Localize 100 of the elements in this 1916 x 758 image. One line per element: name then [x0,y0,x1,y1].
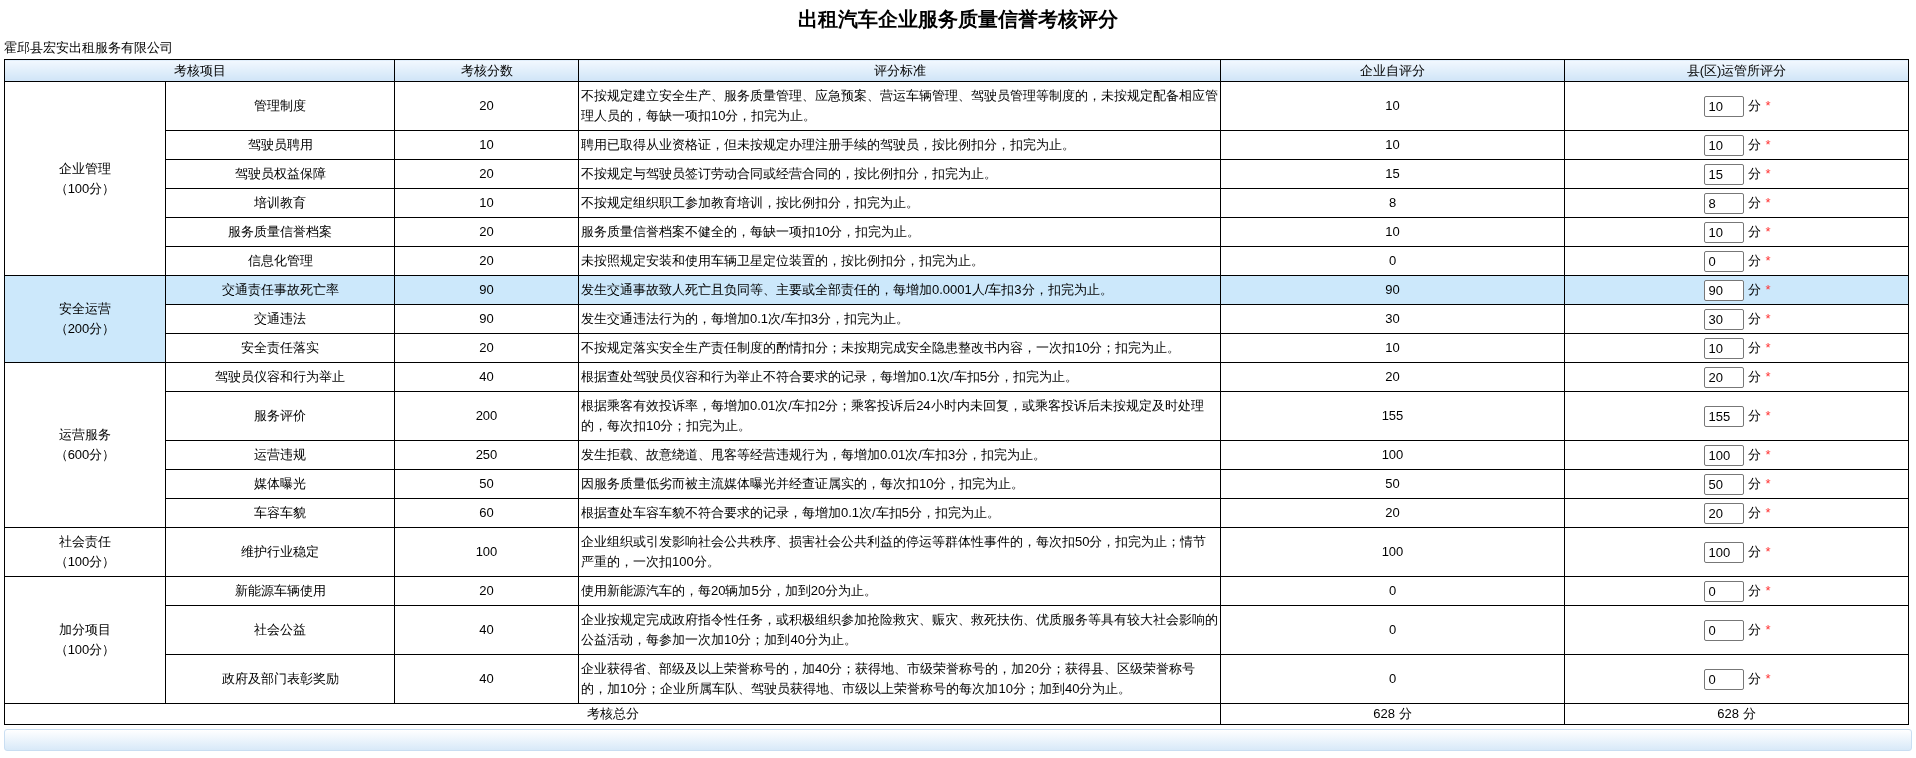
category-cell: 安全运营 （200分） [4,275,166,363]
unit-label: 分 [1748,446,1762,465]
table-cell: 15 [1220,159,1565,189]
column-header: 评分标准 [578,59,1221,82]
table-cell: 10 [1220,333,1565,363]
required-mark: * [1765,339,1771,358]
required-mark: * [1765,475,1771,494]
unit-label: 分 [1748,165,1762,184]
score-input[interactable]: 90 [1704,279,1745,301]
table-cell: 10 [1220,217,1565,247]
column-header: 企业自评分 [1220,59,1565,82]
unit-label: 分 [1748,194,1762,213]
table-cell: 50 [1220,469,1565,499]
score-input[interactable]: 50 [1704,473,1745,495]
table-cell: 60 [394,498,579,528]
table-cell: 驾驶员权益保障 [165,159,395,189]
table-cell: 0 [1220,654,1565,704]
table-cell: 100 [1220,440,1565,470]
required-mark: * [1765,407,1771,426]
score-input[interactable]: 0 [1704,619,1745,641]
score-input[interactable]: 10 [1704,337,1745,359]
table-cell: 车容车貌 [165,498,395,528]
table-cell: 服务评价 [165,391,395,441]
table-cell: 10 [394,130,579,160]
unit-label: 分 [1748,670,1762,689]
unit-label: 分 [1748,475,1762,494]
score-input[interactable]: 155 [1704,405,1745,427]
category-cell: 运营服务 （600分） [4,362,166,528]
table-cell: 不按规定组织职工参加教育培训，按比例扣分，扣完为止。 [578,188,1221,218]
score-input[interactable]: 30 [1704,308,1745,330]
required-mark: * [1765,621,1771,640]
score-input[interactable]: 10 [1704,134,1745,156]
unit-label: 分 [1748,504,1762,523]
required-mark: * [1765,136,1771,155]
score-input[interactable]: 20 [1704,366,1745,388]
table-cell: 20 [394,159,579,189]
table-cell: 管理制度 [165,81,395,131]
unit-label: 分 [1748,310,1762,329]
table-cell: 根据查处驾驶员仪容和行为举止不符合要求的记录，每增加0.1次/车扣5分，扣完为止。 [578,362,1221,392]
table-cell: 未按照规定安装和使用车辆卫星定位装置的，按比例扣分，扣完为止。 [578,246,1221,276]
score-input[interactable]: 10 [1704,221,1745,243]
score-input[interactable]: 100 [1704,444,1745,466]
score-input[interactable]: 10 [1704,95,1745,117]
unit-label: 分 [1748,407,1762,426]
table-cell: 100 [394,527,579,577]
table-cell: 20 [1220,498,1565,528]
required-mark: * [1765,223,1771,242]
table-cell: 不按规定落实安全生产责任制度的酌情扣分；未按期完成安全隐患整改书内容，一次扣10分；扣完为止。 [578,333,1221,363]
table-cell: 企业按规定完成政府指令性任务，或积极组织参加抢险救灾、赈灾、救死扶伤、优质服务等具有较大社会影响的公益活动，每参加一次加10分；加到40分为止。 [578,605,1221,655]
table-cell: 90 [394,275,579,305]
table-cell: 交通违法 [165,304,395,334]
table-cell: 根据查处车容车貌不符合要求的记录，每增加0.1次/车扣5分，扣完为止。 [578,498,1221,528]
unit-label: 分 [1748,582,1762,601]
required-mark: * [1765,281,1771,300]
table-cell: 90 [394,304,579,334]
required-mark: * [1765,446,1771,465]
table-cell: 20 [394,81,579,131]
table-cell: 20 [394,217,579,247]
table-cell: 250 [394,440,579,470]
score-input[interactable]: 15 [1704,163,1745,185]
required-mark: * [1765,165,1771,184]
required-mark: * [1765,368,1771,387]
table-cell: 新能源车辆使用 [165,576,395,606]
table-cell: 200 [394,391,579,441]
required-mark: * [1765,310,1771,329]
unit-label: 分 [1748,621,1762,640]
table-cell: 培训教育 [165,188,395,218]
table-cell: 因服务质量低劣而被主流媒体曝光并经查证属实的，每次扣10分，扣完为止。 [578,469,1221,499]
table-cell: 媒体曝光 [165,469,395,499]
table-cell: 不按规定建立安全生产、服务质量管理、应急预案、营运车辆管理、驾驶员管理等制度的，未按规定配备相应管理人员的，每缺一项扣10分，扣完为止。 [578,81,1221,131]
table-cell: 628 分 [1564,703,1909,724]
required-mark: * [1765,194,1771,213]
unit-label: 分 [1748,281,1762,300]
table-cell: 政府及部门表彰奖励 [165,654,395,704]
table-cell: 服务质量信誉档案不健全的，每缺一项扣10分，扣完为止。 [578,217,1221,247]
column-header: 考核分数 [394,59,579,82]
unit-label: 分 [1748,136,1762,155]
table-cell: 628 分 [1220,703,1565,724]
table-cell: 不按规定与驾驶员签订劳动合同或经营合同的，按比例扣分，扣完为止。 [578,159,1221,189]
required-mark: * [1765,252,1771,271]
category-cell: 企业管理 （100分） [4,81,166,276]
table-cell: 服务质量信誉档案 [165,217,395,247]
score-input[interactable]: 8 [1704,192,1745,214]
table-cell: 安全责任落实 [165,333,395,363]
table-cell: 40 [394,654,579,704]
table-cell: 30 [1220,304,1565,334]
table-cell: 发生拒载、故意绕道、甩客等经营违规行为，每增加0.01次/车扣3分，扣完为止。 [578,440,1221,470]
score-input[interactable]: 0 [1704,580,1745,602]
required-mark: * [1765,97,1771,116]
unit-label: 分 [1748,223,1762,242]
table-cell: 交通责任事故死亡率 [165,275,395,305]
score-input[interactable]: 0 [1704,668,1745,690]
table-cell: 聘用已取得从业资格证，但未按规定办理注册手续的驾驶员，按比例扣分，扣完为止。 [578,130,1221,160]
table-cell: 10 [1220,130,1565,160]
table-cell: 10 [394,188,579,218]
score-input[interactable]: 100 [1704,541,1745,563]
score-input[interactable]: 20 [1704,502,1745,524]
table-cell: 155 [1220,391,1565,441]
unit-label: 分 [1748,97,1762,116]
score-input[interactable]: 0 [1704,250,1745,272]
